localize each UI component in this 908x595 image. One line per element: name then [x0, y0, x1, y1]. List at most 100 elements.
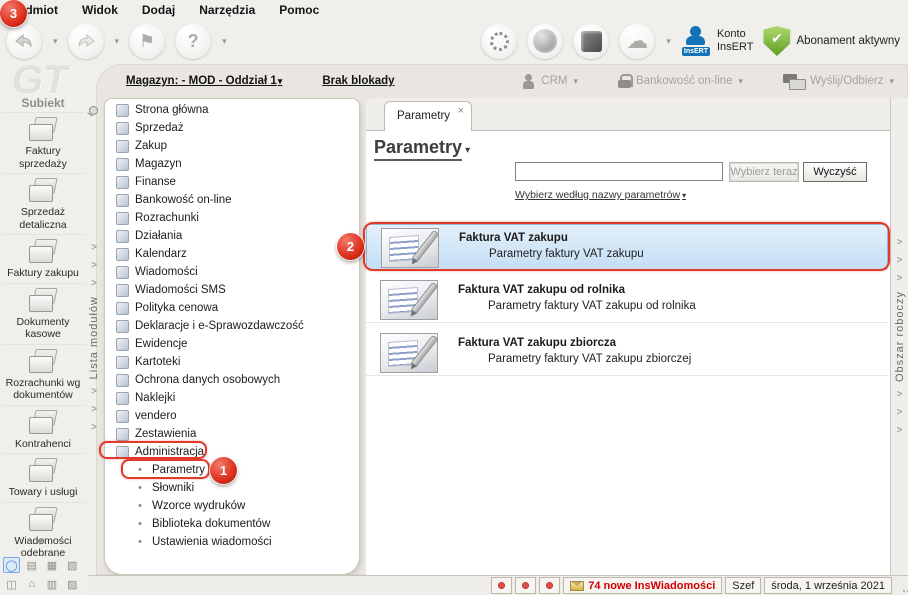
abonament-status[interactable]: ✔ Abonament aktywny	[763, 26, 906, 56]
menu-item[interactable]: Pomoc	[279, 3, 319, 17]
tree-item[interactable]: • Polityka cenowa	[105, 299, 359, 317]
sidebar-module-button[interactable]: Kontrahenci	[1, 404, 85, 454]
mini-module-icon[interactable]: ▨	[64, 576, 81, 592]
tab-close-icon[interactable]: ×	[458, 105, 464, 117]
module-3d-icon	[26, 458, 60, 484]
tree-item[interactable]: • Wiadomości SMS	[105, 281, 359, 299]
sidebar-module-button[interactable]: Towary i usługi	[1, 453, 85, 502]
menu-item[interactable]: Narzędzia	[199, 3, 255, 17]
parameter-search-input[interactable]	[515, 162, 723, 181]
online-services-button[interactable]	[527, 23, 564, 59]
status-indicator-box[interactable]	[515, 577, 537, 594]
sidebar-module-button[interactable]: Sprzedaż detaliczna	[1, 173, 85, 234]
mini-module-icon[interactable]: ◯	[3, 557, 20, 573]
tree-item[interactable]: • Naklejki	[105, 389, 359, 407]
reply-arrow-button[interactable]	[6, 23, 42, 59]
lock-status-link[interactable]: Brak blokady	[322, 75, 394, 87]
messages-status[interactable]: 74 nowe InsWiadomości	[563, 577, 723, 594]
bullet-icon: •	[138, 536, 142, 548]
caret-down-icon[interactable]: ▾	[222, 36, 227, 47]
mini-module-icon[interactable]: ▤	[23, 557, 40, 573]
sidebar-module-button[interactable]: Rozrachunki wg dokumentów	[1, 343, 85, 405]
parameter-list-item[interactable]: Faktura VAT zakupu od rolnika Parametry …	[366, 277, 888, 323]
tree-item[interactable]: • Magazyn	[105, 155, 359, 173]
resize-grip[interactable]	[903, 590, 905, 592]
tree-item-label: Kalendarz	[135, 248, 187, 260]
parameter-item-subtitle: Parametry faktury VAT zakupu zbiorczej	[488, 353, 692, 365]
sidebar-module-label: Towary i usługi	[8, 486, 78, 498]
tree-item[interactable]: • Kartoteki	[105, 353, 359, 371]
chevron-icon: >	[91, 422, 97, 434]
tree-item-icon	[116, 301, 129, 315]
tree-item[interactable]: • Zestawienia	[105, 425, 359, 443]
tree-item[interactable]: • Kalendarz	[105, 245, 359, 263]
sidebar-module-button[interactable]: Dokumenty kasowe	[1, 282, 85, 344]
status-indicator-box[interactable]	[491, 577, 513, 594]
tree-item[interactable]: • Ochrona danych osobowych	[105, 371, 359, 389]
tree-item-label: Wiadomości SMS	[135, 284, 226, 296]
sidebar-more-button[interactable]: ▼	[0, 537, 80, 547]
mini-module-icon[interactable]: ▦	[44, 557, 61, 573]
tree-item[interactable]: • Ustawienia wiadomości	[105, 533, 359, 551]
banking-menu[interactable]: Bankowość on-line ▾	[618, 74, 743, 88]
tree-item[interactable]: • Deklaracje i e-Sprawozdawczość	[105, 317, 359, 335]
sidebar-module-button[interactable]: Wiadomości odebrane	[1, 501, 85, 563]
tree-item[interactable]: • Wiadomości	[105, 263, 359, 281]
tree-item-icon	[116, 337, 129, 351]
tree-item-icon	[116, 427, 129, 441]
workspace-area-strip[interactable]: > > > Obszar roboczy > > >	[890, 98, 908, 575]
sidebar-mini-icons: ◯ ▤ ▦ ▧ ◫ ⌂ ▥ ▨	[3, 557, 81, 592]
mini-module-icon[interactable]: ⌂	[23, 576, 40, 592]
tree-item[interactable]: • Strona główna	[105, 101, 359, 119]
magazyn-selector[interactable]: Magazyn: - MOD - Oddział 1▾	[126, 75, 282, 87]
tree-item[interactable]: • Biblioteka dokumentów	[105, 515, 359, 533]
cloud-services-button[interactable]: ☁	[619, 23, 656, 59]
mini-module-icon[interactable]: ▥	[44, 576, 61, 592]
mini-module-icon[interactable]: ◫	[3, 576, 20, 592]
mini-module-icon[interactable]: ▧	[64, 557, 81, 573]
tree-item[interactable]: • Wzorce wydruków	[105, 497, 359, 515]
tree-item[interactable]: • Bankowość on-line	[105, 191, 359, 209]
package-button[interactable]	[573, 23, 610, 59]
parameter-list-item[interactable]: Faktura VAT zakupu Parametry faktury VAT…	[366, 224, 888, 270]
user-status[interactable]: Szef	[725, 577, 762, 594]
status-indicator-box[interactable]	[539, 577, 561, 594]
page-title-menu[interactable]: Parametry ▾	[374, 137, 470, 161]
tab-parametry[interactable]: Parametry ×	[384, 101, 472, 131]
tree-item[interactable]: • Administracja	[105, 443, 359, 461]
parameter-list-item[interactable]: Faktura VAT zakupu zbiorcza Parametry fa…	[366, 330, 888, 376]
clear-button[interactable]: Wyczyść	[803, 162, 867, 182]
tree-item[interactable]: • Ewidencje	[105, 335, 359, 353]
tree-item[interactable]: • Słowniki	[105, 479, 359, 497]
tree-item-icon	[116, 265, 129, 279]
crm-menu[interactable]: CRM ▾	[523, 73, 578, 89]
tree-item-icon	[116, 175, 129, 189]
tree-item[interactable]: • Sprzedaż	[105, 119, 359, 137]
help-button[interactable]: ?	[175, 23, 212, 59]
tree-item-label: Deklaracje i e-Sprawozdawczość	[135, 320, 304, 332]
tree-item[interactable]: • vendero	[105, 407, 359, 425]
chevron-icon: >	[91, 259, 97, 271]
status-indicators	[491, 577, 561, 594]
tree-item[interactable]: • Działania	[105, 227, 359, 245]
menu-item[interactable]: Dodaj	[142, 3, 175, 17]
caret-down-icon[interactable]: ▾	[115, 36, 120, 47]
flag-button[interactable]: ⚑	[129, 23, 166, 59]
tree-item[interactable]: • Rozrachunki	[105, 209, 359, 227]
tree-item[interactable]: • Finanse	[105, 173, 359, 191]
sidebar-module-button[interactable]: Faktury sprzedaży	[1, 112, 85, 173]
caret-down-icon[interactable]: ▾	[666, 36, 671, 47]
konto-insert-button[interactable]: InsERT Konto InsERT	[681, 26, 753, 56]
menu-item[interactable]: Widok	[82, 3, 118, 17]
select-now-button[interactable]: Wybierz teraz	[729, 162, 799, 182]
tree-item[interactable]: • Zakup	[105, 137, 359, 155]
send-receive-menu[interactable]: Wyślij/Odbierz ▾	[783, 73, 894, 90]
sidebar-module-button[interactable]: Faktury zakupu	[1, 234, 85, 283]
caret-down-icon[interactable]: ▾	[53, 36, 58, 47]
filter-by-name-link[interactable]: Wybierz według nazwy parametrów ▾	[515, 189, 686, 201]
sync-button[interactable]	[481, 23, 518, 59]
pin-icon[interactable]	[89, 106, 98, 115]
forward-arrow-button[interactable]	[67, 23, 104, 59]
module-list-strip[interactable]: > > > Lista modułów > > >	[85, 100, 103, 575]
caret-down-icon: ▾	[682, 191, 687, 200]
